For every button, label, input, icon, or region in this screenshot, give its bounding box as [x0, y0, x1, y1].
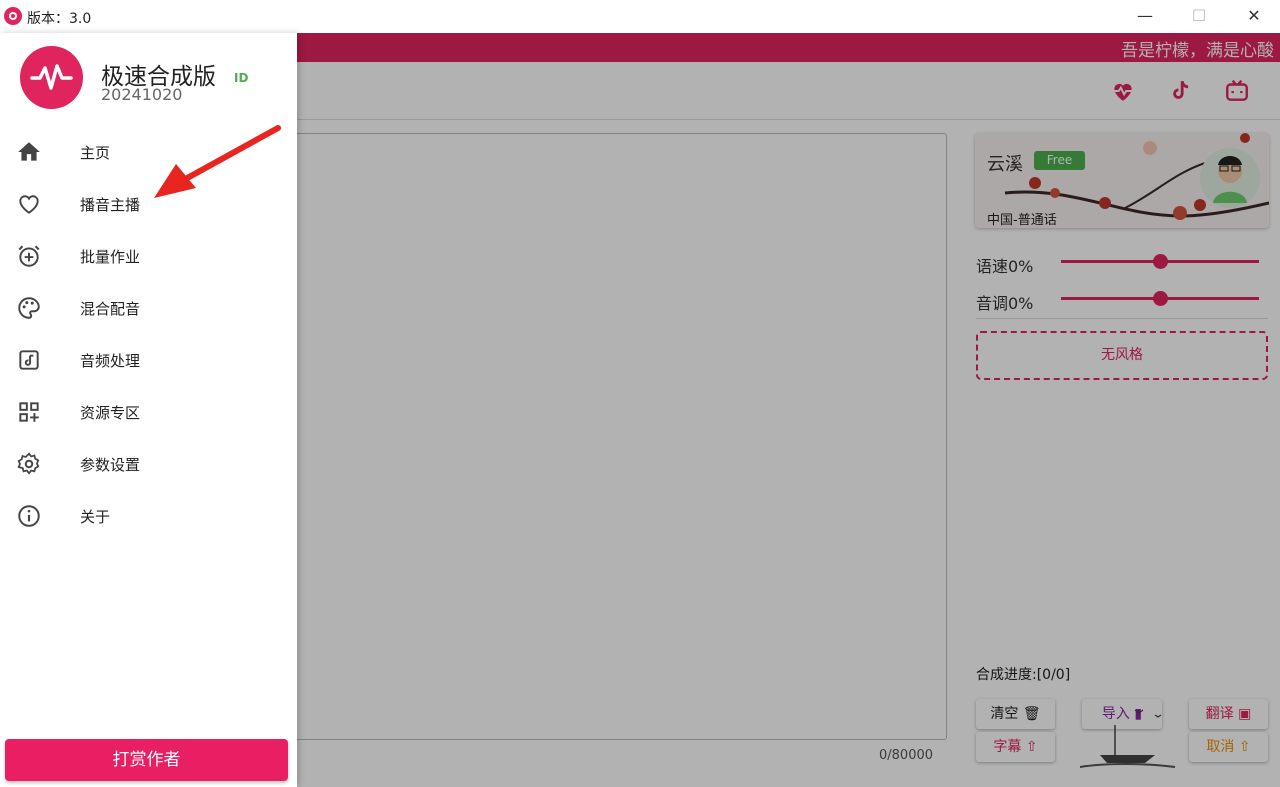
- annotation-arrow: [154, 125, 281, 198]
- music-note-icon: [19, 350, 39, 370]
- app-logo: [20, 46, 83, 109]
- gear-icon: [17, 452, 40, 475]
- nav-item-label: 批量作业: [80, 248, 141, 266]
- nav-item-label: 播音主播: [80, 196, 141, 214]
- app-record-icon: [4, 7, 22, 25]
- nav-item-mix-dubbing[interactable]: 混合配音: [0, 282, 297, 334]
- drawer-scrim[interactable]: [297, 33, 1280, 787]
- app-build: 20241020: [101, 85, 183, 104]
- nav-item-audio[interactable]: 音频处理: [0, 334, 297, 386]
- nav-item-label: 混合配音: [80, 300, 141, 318]
- grid-plus-icon: [19, 402, 39, 422]
- info-icon: [18, 505, 40, 527]
- version-label: 版本：3.0: [27, 11, 92, 27]
- nav-item-settings[interactable]: 参数设置: [0, 438, 297, 490]
- nav-item-label: 参数设置: [80, 456, 141, 474]
- heart-icon: [19, 195, 39, 214]
- maximize-button[interactable]: ☐: [1189, 6, 1209, 26]
- nav-item-label: 资源专区: [80, 404, 141, 422]
- nav-item-batch[interactable]: 批量作业: [0, 230, 297, 282]
- nav-item-resources[interactable]: 资源专区: [0, 386, 297, 438]
- reward-author-button[interactable]: 打赏作者: [5, 739, 288, 781]
- window-titlebar: [0, 0, 1280, 33]
- id-badge: ID: [234, 71, 249, 85]
- nav-item-label: 主页: [80, 144, 111, 162]
- home-icon: [18, 142, 40, 161]
- alarm-add-icon: [18, 245, 40, 267]
- nav-item-label: 关于: [80, 508, 111, 526]
- nav-item-about[interactable]: 关于: [0, 490, 297, 542]
- minimize-button[interactable]: —: [1135, 6, 1155, 26]
- close-button[interactable]: ✕: [1244, 6, 1264, 26]
- waveform-icon: [30, 64, 73, 90]
- palette-icon: [18, 297, 40, 319]
- nav-item-label: 音频处理: [80, 352, 141, 370]
